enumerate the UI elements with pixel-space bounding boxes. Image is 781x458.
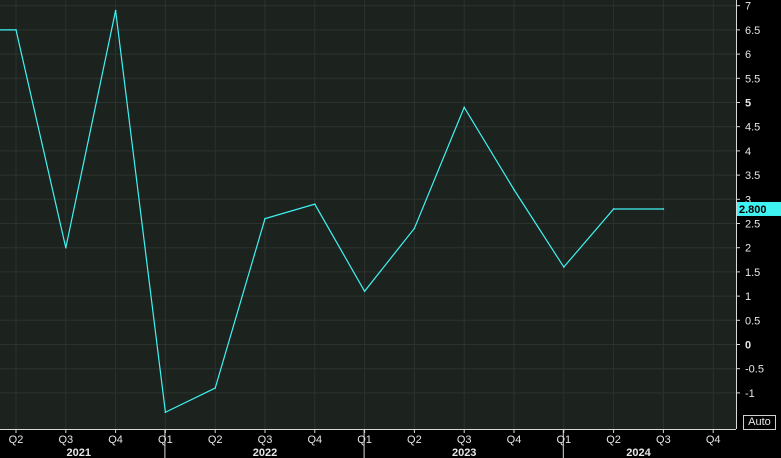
x-tick-label: Q2 — [606, 434, 621, 446]
data-point — [264, 217, 266, 220]
y-tick-label: 6.5 — [745, 25, 760, 37]
x-tick-label: Q4 — [507, 434, 522, 446]
x-tick-label: Q3 — [656, 434, 671, 446]
data-point — [65, 246, 67, 249]
x-tick-label: Q3 — [58, 434, 73, 446]
y-axis-ticks: 76.565.554.543.532.521.510.50-0.5-1 — [736, 1, 764, 400]
x-axis-ticks: Q2Q3Q4Q1Q2Q3Q4Q1Q2Q3Q4Q1Q2Q3Q42021202220… — [9, 429, 721, 458]
x-tick-label: Q2 — [9, 434, 24, 446]
x-tick-label: Q3 — [457, 434, 472, 446]
y-tick-label: 5 — [745, 98, 751, 110]
data-point — [314, 203, 316, 205]
data-point — [413, 227, 416, 230]
y-tick-label: 6 — [745, 49, 751, 61]
x-tick-label: Q2 — [407, 434, 422, 446]
y-tick-label: 4.5 — [745, 122, 760, 134]
x-tick-label: Q4 — [108, 434, 123, 446]
chart-window: 7 6.5 6 5.5 5 4.5 4 3.5 3 2.5 2 1.5 1 0.5 0 -0.5 -1 Q2 Q3… — [0, 0, 781, 458]
y-tick-label: -0.5 — [745, 364, 764, 376]
year-label: 2021 — [67, 447, 91, 458]
data-point — [214, 387, 216, 389]
x-tick-label: Q3 — [258, 434, 273, 446]
data-point — [463, 106, 466, 109]
x-tick-label: Q4 — [307, 434, 322, 446]
y-tick-label: 2.5 — [745, 219, 760, 231]
auto-scale-button[interactable]: Auto — [743, 415, 776, 430]
y-tick-label: 5.5 — [745, 73, 760, 85]
year-label: 2024 — [626, 447, 651, 458]
y-tick-label: 3.5 — [745, 170, 760, 182]
y-tick-label: 1 — [745, 291, 751, 303]
line-chart: 76.565.554.543.532.521.510.50-0.5-1 Q2 Q3… — [0, 0, 781, 458]
plot-area — [0, 0, 736, 429]
last-value-marker: 2.800 — [737, 201, 781, 216]
year-label: 2022 — [253, 447, 277, 458]
data-point — [662, 208, 665, 210]
data-point — [363, 290, 366, 293]
year-label: 2023 — [452, 447, 476, 458]
y-tick-label: 2 — [745, 243, 751, 255]
data-point — [563, 266, 565, 268]
y-tick-label: 4 — [745, 146, 751, 158]
last-value-label: 2.800 — [739, 204, 767, 216]
y-tick-label: -1 — [745, 388, 755, 400]
data-point — [513, 188, 515, 191]
y-tick-label: 1.5 — [745, 267, 760, 279]
y-tick-label: 0.5 — [745, 315, 760, 327]
y-tick-label: 0 — [745, 340, 751, 352]
data-point — [15, 29, 17, 31]
data-point — [612, 208, 615, 210]
y-tick-label: 7 — [745, 1, 751, 13]
x-tick-label: Q4 — [706, 434, 721, 446]
data-point — [164, 411, 167, 414]
x-tick-label: Q2 — [208, 434, 223, 446]
data-point — [114, 9, 117, 12]
